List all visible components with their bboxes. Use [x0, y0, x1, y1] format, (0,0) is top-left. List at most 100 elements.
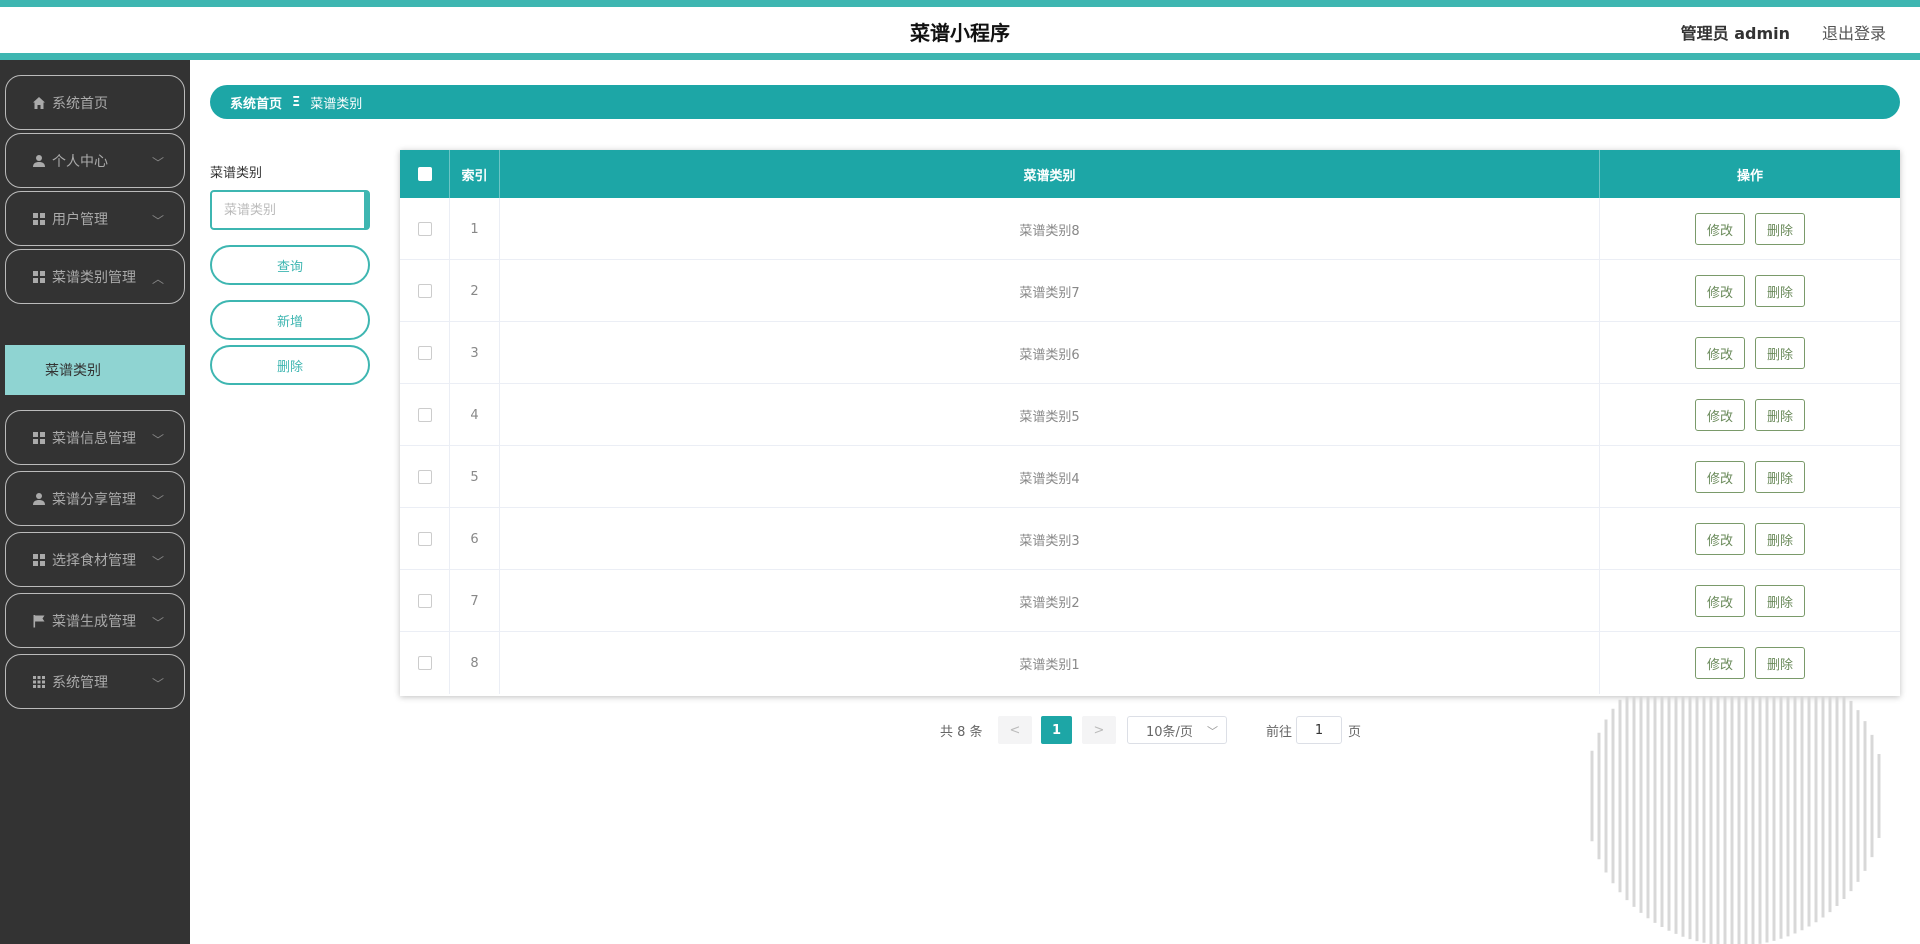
row-checkbox[interactable] [417, 284, 432, 298]
select-all-checkbox[interactable] [417, 167, 432, 181]
sidebar-item-home[interactable]: 系统首页 [5, 75, 185, 130]
sidebar-item-system[interactable]: 系统管理 ﹀ [5, 654, 185, 709]
breadcrumb: 系统首页 Ξ 菜谱类别 [210, 85, 1900, 119]
grid-icon [32, 553, 46, 567]
header-checkbox-cell [400, 150, 450, 198]
row-checkbox[interactable] [417, 656, 432, 670]
row-index: 6 [450, 508, 500, 570]
chevron-down-icon: ﹀ [151, 555, 164, 569]
sidebar-item-recipe-share[interactable]: 菜谱分享管理 ﹀ [5, 471, 185, 526]
row-index: 4 [450, 384, 500, 446]
table-row: 7 菜谱类别2 修改 删除 [400, 570, 1900, 632]
row-checkbox[interactable] [417, 470, 432, 484]
row-actions: 修改 删除 [1600, 508, 1900, 570]
row-index: 7 [450, 570, 500, 632]
sidebar-item-recipe-info[interactable]: 菜谱信息管理 ﹀ [5, 410, 185, 465]
delete-button[interactable]: 删除 [1755, 213, 1805, 245]
header-category: 菜谱类别 [500, 150, 1600, 198]
sidebar-item-recipe-category[interactable]: 菜谱类别管理 ︿ [5, 249, 185, 304]
row-actions: 修改 删除 [1600, 570, 1900, 632]
row-checkbox[interactable] [417, 346, 432, 360]
data-table: 索引 菜谱类别 操作 1 菜谱类别8 修改 删除 2 菜谱类别7 修改 删除 3… [400, 150, 1900, 696]
sidebar-item-recipe-generate[interactable]: 菜谱生成管理 ﹀ [5, 593, 185, 648]
edit-button[interactable]: 修改 [1695, 461, 1745, 493]
decorative-stripes [1590, 696, 1881, 944]
chevron-up-icon: ︿ [151, 272, 164, 286]
chevron-down-icon: ﹀ [151, 677, 164, 691]
add-button[interactable]: 新增 [210, 300, 370, 340]
sidebar-item-profile[interactable]: 个人中心 ﹀ [5, 133, 185, 188]
page-size-select[interactable]: 10条/页 ﹀ [1127, 716, 1227, 744]
home-icon [32, 96, 46, 110]
row-checkbox[interactable] [417, 532, 432, 546]
table-row: 6 菜谱类别3 修改 删除 [400, 508, 1900, 570]
batch-delete-button[interactable]: 删除 [210, 345, 370, 385]
sidebar-item-label: 菜谱分享管理 [52, 491, 136, 508]
user-icon [32, 154, 46, 168]
delete-button[interactable]: 删除 [1755, 585, 1805, 617]
row-category: 菜谱类别4 [500, 446, 1600, 508]
user-icon [32, 492, 46, 506]
row-actions: 修改 删除 [1600, 322, 1900, 384]
delete-button[interactable]: 删除 [1755, 647, 1805, 679]
row-index: 8 [450, 632, 500, 694]
sidebar: 系统首页 个人中心 ﹀ 用户管理 ﹀ 菜谱类别管理 ︿ 菜谱类别 菜谱信息管理 … [0, 60, 190, 944]
table-row: 4 菜谱类别5 修改 删除 [400, 384, 1900, 446]
breadcrumb-separator: Ξ [292, 94, 301, 110]
row-checkbox[interactable] [417, 594, 432, 608]
search-label: 菜谱类别 [210, 166, 263, 181]
query-button[interactable]: 查询 [210, 245, 370, 285]
row-actions: 修改 删除 [1600, 260, 1900, 322]
sidebar-item-label: 个人中心 [52, 153, 108, 170]
grid-icon [32, 431, 46, 445]
row-category: 菜谱类别6 [500, 322, 1600, 384]
chevron-down-icon: ﹀ [151, 616, 164, 630]
breadcrumb-home[interactable]: 系统首页 [230, 93, 282, 112]
edit-button[interactable]: 修改 [1695, 213, 1745, 245]
sidebar-item-users[interactable]: 用户管理 ﹀ [5, 191, 185, 246]
table-row: 1 菜谱类别8 修改 删除 [400, 198, 1900, 260]
sidebar-item-label: 系统首页 [52, 95, 108, 112]
search-input[interactable] [210, 190, 370, 230]
row-category: 菜谱类别8 [500, 198, 1600, 260]
delete-button[interactable]: 删除 [1755, 399, 1805, 431]
row-category: 菜谱类别1 [500, 632, 1600, 694]
page-size-value: 10条/页 [1146, 724, 1193, 740]
row-actions: 修改 删除 [1600, 446, 1900, 508]
logout-link[interactable]: 退出登录 [1822, 20, 1886, 44]
goto-suffix: 页 [1348, 724, 1362, 740]
sidebar-item-label: 菜谱类别管理 [52, 269, 136, 286]
table-row: 2 菜谱类别7 修改 删除 [400, 260, 1900, 322]
row-actions: 修改 删除 [1600, 198, 1900, 260]
apps-icon [32, 675, 46, 689]
flag-icon [32, 614, 46, 628]
row-checkbox-cell [400, 322, 450, 384]
header-action: 操作 [1736, 168, 1763, 184]
row-checkbox[interactable] [417, 408, 432, 422]
chevron-down-icon: ﹀ [151, 156, 164, 170]
sidebar-subitem-recipe-category[interactable]: 菜谱类别 [5, 345, 185, 395]
row-checkbox[interactable] [417, 222, 432, 236]
row-checkbox-cell [400, 198, 450, 260]
delete-button[interactable]: 删除 [1755, 337, 1805, 369]
delete-button[interactable]: 删除 [1755, 523, 1805, 555]
row-actions: 修改 删除 [1600, 384, 1900, 446]
delete-button[interactable]: 删除 [1755, 461, 1805, 493]
row-index: 2 [450, 260, 500, 322]
edit-button[interactable]: 修改 [1695, 647, 1745, 679]
chevron-down-icon: ﹀ [151, 214, 164, 228]
edit-button[interactable]: 修改 [1695, 585, 1745, 617]
edit-button[interactable]: 修改 [1695, 399, 1745, 431]
edit-button[interactable]: 修改 [1695, 523, 1745, 555]
edit-button[interactable]: 修改 [1695, 337, 1745, 369]
row-index: 3 [450, 322, 500, 384]
page-button[interactable]: 1 [1041, 716, 1072, 744]
edit-button[interactable]: 修改 [1695, 275, 1745, 307]
prev-page-button[interactable]: < [998, 716, 1032, 744]
delete-button[interactable]: 删除 [1755, 275, 1805, 307]
goto-page-input[interactable] [1296, 716, 1342, 744]
top-bar: 菜谱小程序 管理员 admin 退出登录 [0, 0, 1920, 60]
sidebar-item-ingredients[interactable]: 选择食材管理 ﹀ [5, 532, 185, 587]
next-page-button[interactable]: > [1082, 716, 1116, 744]
chevron-down-icon: ﹀ [151, 433, 164, 447]
